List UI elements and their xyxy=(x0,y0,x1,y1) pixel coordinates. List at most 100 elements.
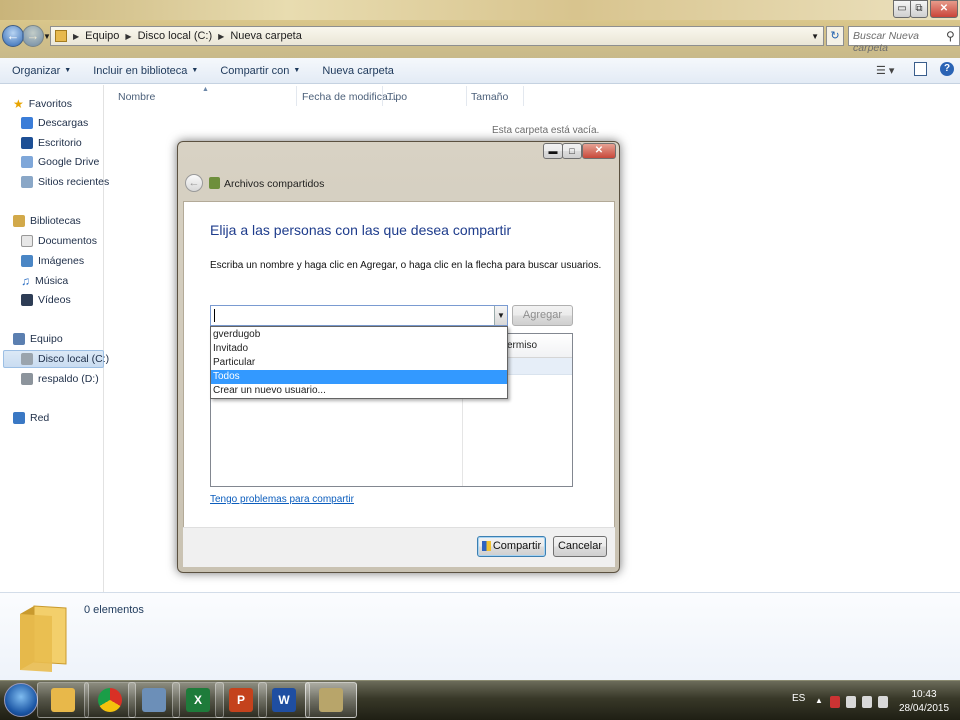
combobox-chevron-down-icon[interactable]: ▼ xyxy=(494,306,507,325)
sort-chevron-up-icon: ▲ xyxy=(202,86,209,93)
cancel-button[interactable]: Cancelar xyxy=(553,536,607,557)
nav-documents[interactable]: Documentos xyxy=(21,235,97,247)
taskbar-sharing-wizard[interactable] xyxy=(305,682,357,718)
column-name[interactable]: Nombre xyxy=(118,91,155,103)
music-icon: ♫ xyxy=(21,274,30,288)
dropdown-item-create-user[interactable]: Crear un nuevo usuario... xyxy=(211,384,507,398)
nav-downloads[interactable]: Descargas xyxy=(21,117,88,129)
desktop-icon xyxy=(21,137,33,149)
search-input[interactable]: Buscar Nueva carpeta xyxy=(848,26,960,54)
nav-google-drive[interactable]: Google Drive xyxy=(21,156,99,168)
drive-icon xyxy=(21,373,33,385)
documents-icon xyxy=(21,235,33,247)
sharing-wizard-icon xyxy=(319,688,343,712)
nav-network[interactable]: Red xyxy=(13,412,49,424)
breadcrumb-local-disk[interactable]: Disco local (C:) xyxy=(138,30,213,42)
dialog-maximize-button[interactable]: □ xyxy=(562,143,582,159)
dialog-heading: Elija a las personas con las que desea c… xyxy=(210,222,512,238)
images-icon xyxy=(21,255,33,267)
start-button[interactable] xyxy=(4,683,38,717)
dropdown-item-invitado[interactable]: Invitado xyxy=(211,342,507,356)
recent-places-icon xyxy=(21,176,33,188)
help-icon[interactable]: ? xyxy=(940,62,954,76)
volume-icon[interactable] xyxy=(878,696,888,708)
language-indicator[interactable]: ES xyxy=(792,693,805,704)
minimize-button[interactable]: ▭ xyxy=(893,0,911,18)
dialog-title: Archivos compartidos xyxy=(224,178,325,190)
powerpoint-icon: P xyxy=(229,688,253,712)
nav-desktop[interactable]: Escritorio xyxy=(21,137,82,149)
include-library-menu[interactable]: Incluir en biblioteca ▼ xyxy=(93,65,198,77)
close-button[interactable]: ✕ xyxy=(930,0,958,18)
nav-videos[interactable]: Vídeos xyxy=(21,294,71,306)
chevron-right-icon[interactable]: ▶ xyxy=(125,32,131,41)
address-history-chevron-icon[interactable]: ▼ xyxy=(811,32,819,41)
preview-pane-icon[interactable] xyxy=(914,62,927,76)
nav-favorites[interactable]: ★ Favoritos xyxy=(13,97,72,111)
maximize-button[interactable]: ⧉ xyxy=(910,0,928,18)
share-button-label: Compartir xyxy=(492,540,542,552)
dialog-minimize-button[interactable]: ▬ xyxy=(543,143,563,159)
dropdown-item-particular[interactable]: Particular xyxy=(211,356,507,370)
user-name-combobox[interactable] xyxy=(210,305,508,326)
action-center-icon[interactable] xyxy=(830,696,840,708)
column-divider[interactable] xyxy=(466,86,467,106)
share-button[interactable]: Compartir xyxy=(477,536,546,557)
show-hidden-icons-chevron-up-icon[interactable]: ▲ xyxy=(815,696,823,705)
organize-menu[interactable]: Organizar ▼ xyxy=(12,65,71,77)
nav-backup-drive[interactable]: respaldo (D:) xyxy=(21,373,99,385)
nav-computer[interactable]: Equipo xyxy=(13,333,63,345)
column-divider[interactable] xyxy=(523,86,524,106)
share-with-menu[interactable]: Compartir con ▼ xyxy=(220,65,300,77)
excel-icon: X xyxy=(186,688,210,712)
column-type[interactable]: Tipo xyxy=(387,91,407,103)
item-count: 0 elementos xyxy=(84,604,144,616)
dropdown-item-todos[interactable]: Todos xyxy=(211,370,507,384)
network-icon xyxy=(13,412,25,424)
share-wizard-icon xyxy=(209,177,220,189)
network-tray-icon[interactable] xyxy=(862,696,872,708)
chevron-right-icon[interactable]: ▶ xyxy=(73,32,79,41)
sharing-help-link[interactable]: Tengo problemas para compartir xyxy=(210,494,354,505)
chevron-right-icon[interactable]: ▶ xyxy=(218,32,224,41)
folder-large-icon xyxy=(20,605,67,672)
nav-local-disk[interactable]: Disco local (C:) xyxy=(21,353,109,365)
nav-music[interactable]: ♫ Música xyxy=(21,274,68,288)
taskbar-word[interactable]: W xyxy=(258,682,310,718)
dialog-footer xyxy=(183,527,615,567)
forward-button[interactable]: → xyxy=(22,25,44,47)
videos-icon xyxy=(21,294,33,306)
new-folder-button[interactable]: Nueva carpeta xyxy=(322,65,394,77)
views-icon[interactable]: ☰ ▾ xyxy=(876,64,894,77)
taskbar-explorer[interactable] xyxy=(37,682,89,718)
clock-date: 28/04/2015 xyxy=(898,703,950,714)
dialog-close-button[interactable]: ✕ xyxy=(582,143,616,159)
add-button[interactable]: Agregar xyxy=(512,305,573,326)
word-icon: W xyxy=(272,688,296,712)
address-bar[interactable]: ▶ Equipo ▶ Disco local (C:) ▶ Nueva carp… xyxy=(50,26,824,46)
dropdown-item-gverdugob[interactable]: gverdugob xyxy=(211,328,507,342)
empty-folder-message: Esta carpeta está vacía. xyxy=(492,125,600,136)
star-icon: ★ xyxy=(13,97,24,111)
column-size[interactable]: Tamaño xyxy=(471,91,508,103)
refresh-button[interactable]: ↻ xyxy=(826,26,844,46)
dialog-back-button[interactable]: ← xyxy=(185,174,203,192)
computer-icon xyxy=(13,333,25,345)
command-bar: Organizar ▼ Incluir en biblioteca ▼ Compar… xyxy=(0,58,960,84)
back-button[interactable]: ← xyxy=(2,25,24,47)
battery-icon[interactable] xyxy=(846,696,856,708)
drive-icon xyxy=(21,353,33,365)
column-divider[interactable] xyxy=(382,86,383,106)
search-icon[interactable]: ⚲ xyxy=(946,29,955,43)
system-clock[interactable]: 10:43 28/04/2015 xyxy=(898,688,950,716)
breadcrumb-new-folder[interactable]: Nueva carpeta xyxy=(230,30,302,42)
column-divider[interactable] xyxy=(296,86,297,106)
nav-libraries[interactable]: Bibliotecas xyxy=(13,215,81,227)
nav-recent-places[interactable]: Sitios recientes xyxy=(21,176,109,188)
nav-images[interactable]: Imágenes xyxy=(21,255,84,267)
folder-icon xyxy=(55,30,67,42)
details-pane xyxy=(0,592,960,680)
chrome-icon xyxy=(98,688,122,712)
text-cursor xyxy=(214,309,215,322)
breadcrumb-equipo[interactable]: Equipo xyxy=(85,30,119,42)
